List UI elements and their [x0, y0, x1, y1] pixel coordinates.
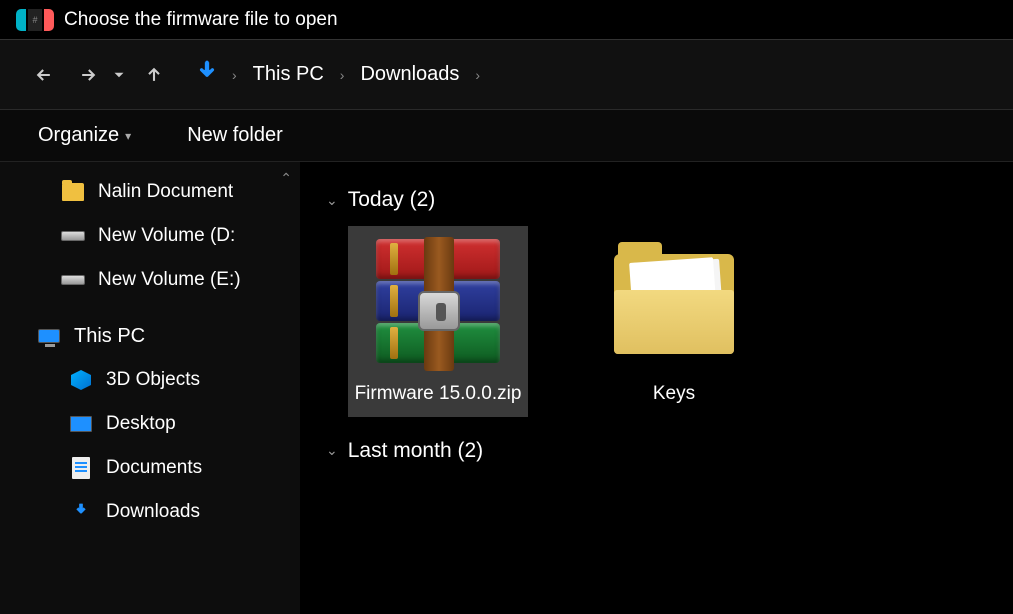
- window-title: Choose the firmware file to open: [64, 9, 338, 31]
- new-folder-button[interactable]: New folder: [187, 124, 283, 147]
- sidebar-documents[interactable]: Documents: [0, 446, 300, 490]
- content-pane[interactable]: ⌄ Today (2) Firmware 15.0.0.zip: [300, 162, 1013, 614]
- cube-icon: [68, 367, 94, 393]
- chevron-right-icon: ›: [226, 67, 243, 83]
- document-icon: [68, 455, 94, 481]
- sidebar-downloads[interactable]: Downloads: [0, 490, 300, 534]
- drive-icon: [60, 267, 86, 293]
- sidebar-item-label: New Volume (E:): [98, 269, 241, 291]
- sidebar-item-label: Desktop: [106, 413, 176, 435]
- sidebar-item-label: Nalin Document: [98, 181, 233, 203]
- sidebar-item-label: Downloads: [106, 501, 200, 523]
- up-button[interactable]: [136, 57, 172, 93]
- breadcrumb-this-pc[interactable]: This PC: [249, 61, 328, 88]
- sidebar-item-volume-e[interactable]: New Volume (E:): [0, 258, 300, 302]
- chevron-down-icon: ⌄: [326, 442, 338, 459]
- back-button[interactable]: [26, 57, 62, 93]
- sidebar-item-nalin-document[interactable]: Nalin Document: [0, 170, 300, 214]
- folder-icon: [60, 179, 86, 205]
- organize-label: Organize: [38, 124, 119, 147]
- chevron-down-icon: ▾: [125, 129, 131, 143]
- new-folder-label: New folder: [187, 124, 283, 147]
- chevron-right-icon: ›: [469, 67, 486, 83]
- sidebar-item-label: This PC: [74, 325, 145, 348]
- breadcrumb-downloads[interactable]: Downloads: [356, 61, 463, 88]
- chevron-right-icon: ›: [334, 67, 351, 83]
- forward-button[interactable]: [70, 57, 106, 93]
- sidebar-item-label: New Volume (D:: [98, 225, 235, 247]
- group-header-last-month[interactable]: ⌄ Last month (2): [326, 439, 987, 463]
- sidebar-3d-objects[interactable]: 3D Objects: [0, 358, 300, 402]
- scroll-up-icon[interactable]: ⌃: [280, 170, 292, 187]
- group-header-today[interactable]: ⌄ Today (2): [326, 188, 987, 212]
- file-label: Firmware 15.0.0.zip: [355, 382, 522, 407]
- navigation-bar: › This PC › Downloads ›: [0, 40, 1013, 110]
- download-icon: [68, 499, 94, 525]
- file-label: Keys: [653, 382, 695, 407]
- app-icon: #: [16, 9, 54, 31]
- sidebar: ⌃ Nalin Document New Volume (D: New Volu…: [0, 162, 300, 614]
- desktop-icon: [68, 411, 94, 437]
- breadcrumb[interactable]: › This PC › Downloads ›: [194, 59, 486, 91]
- sidebar-item-volume-d[interactable]: New Volume (D:: [0, 214, 300, 258]
- titlebar: # Choose the firmware file to open: [0, 0, 1013, 40]
- drive-icon: [60, 223, 86, 249]
- archive-icon: [368, 234, 508, 374]
- downloads-icon: [194, 59, 220, 91]
- sidebar-item-label: 3D Objects: [106, 369, 200, 391]
- organize-button[interactable]: Organize ▾: [38, 124, 131, 147]
- sidebar-this-pc[interactable]: This PC: [0, 314, 300, 358]
- folder-icon: [604, 234, 744, 374]
- file-item-firmware-zip[interactable]: Firmware 15.0.0.zip: [348, 226, 528, 417]
- pc-icon: [36, 323, 62, 349]
- group-label: Today (2): [348, 188, 436, 212]
- toolbar: Organize ▾ New folder: [0, 110, 1013, 162]
- sidebar-item-label: Documents: [106, 457, 202, 479]
- chevron-down-icon: ⌄: [326, 192, 338, 209]
- recent-locations-button[interactable]: [110, 57, 128, 93]
- sidebar-desktop[interactable]: Desktop: [0, 402, 300, 446]
- file-item-keys-folder[interactable]: Keys: [584, 226, 764, 417]
- group-label: Last month (2): [348, 439, 483, 463]
